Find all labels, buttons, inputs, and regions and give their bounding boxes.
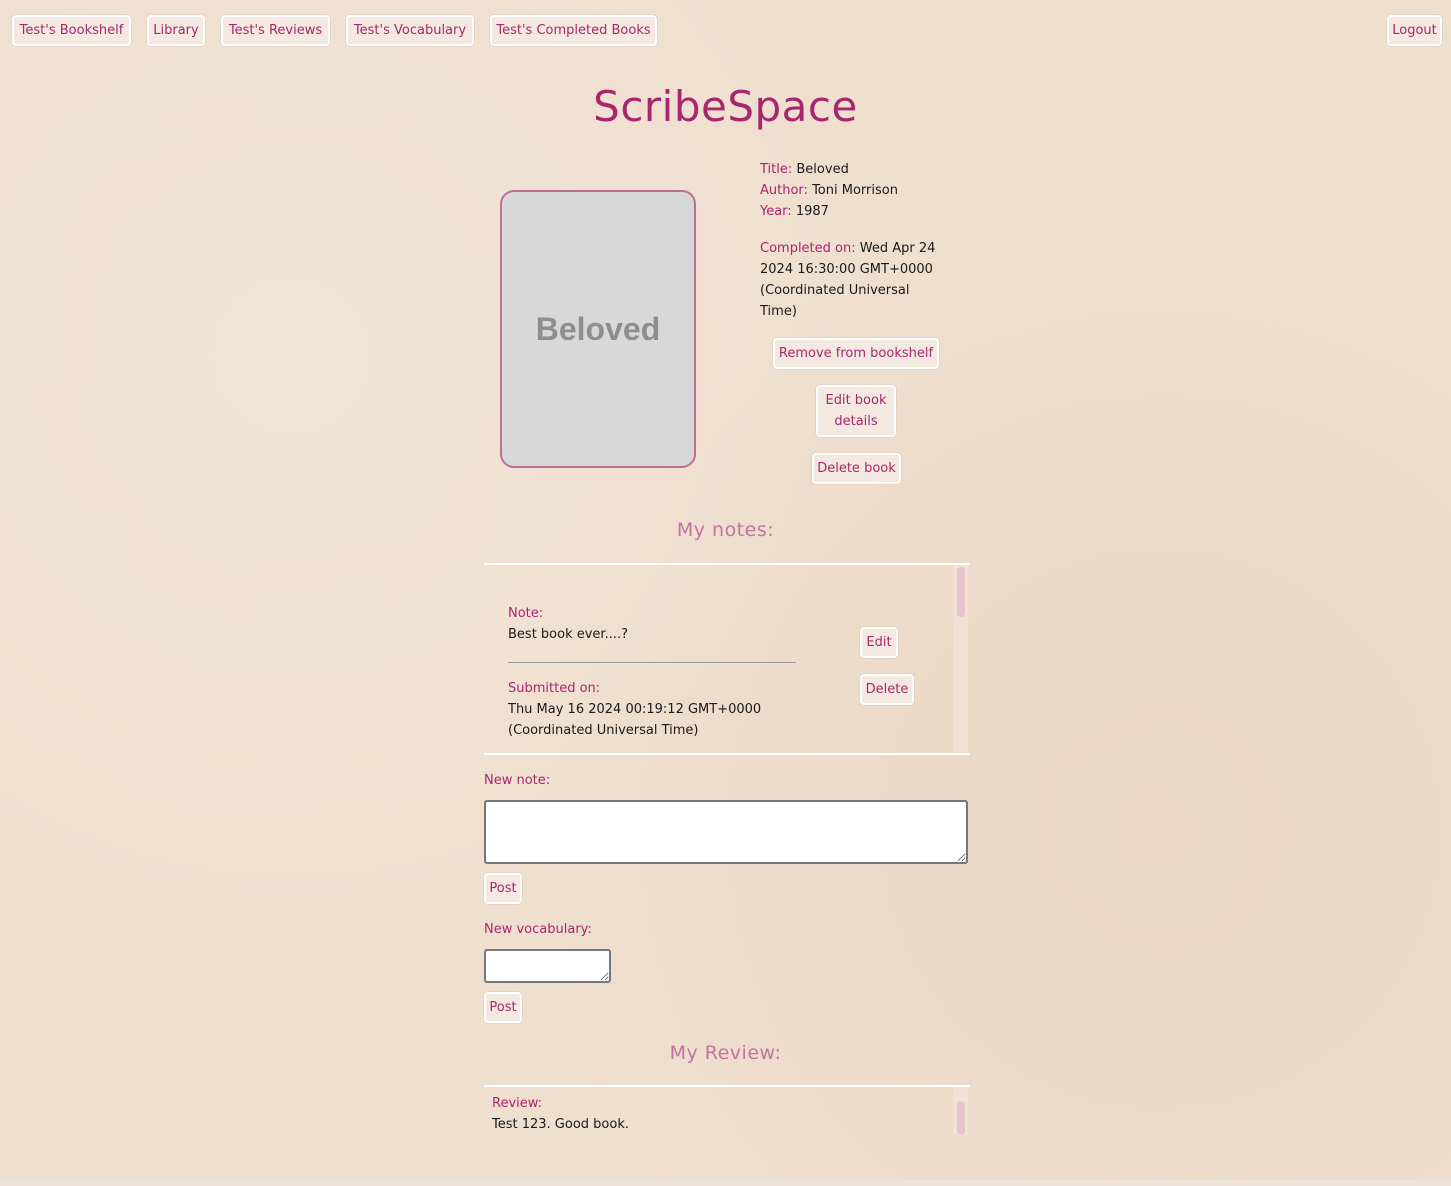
book-author-row: Author: Toni Morrison bbox=[760, 180, 898, 201]
notes-top-divider bbox=[484, 563, 970, 565]
review-text: Test 123. Good book. bbox=[492, 1117, 629, 1132]
note-delete-button[interactable]: Delete bbox=[860, 674, 914, 705]
submitted-date-2: (Coordinated Universal Time) bbox=[508, 723, 699, 738]
note-edit-button[interactable]: Edit bbox=[860, 627, 898, 658]
nav-completed-books-button[interactable]: Test's Completed Books bbox=[490, 15, 657, 46]
note-divider bbox=[508, 662, 796, 663]
note-label: Note: bbox=[508, 606, 544, 621]
submitted-date-1: Thu May 16 2024 00:19:12 GMT+0000 bbox=[508, 702, 762, 717]
new-note-label: New note: bbox=[484, 773, 551, 788]
nav-vocabulary-button[interactable]: Test's Vocabulary bbox=[346, 15, 474, 46]
nav-reviews-button[interactable]: Test's Reviews bbox=[221, 15, 330, 46]
edit-book-details-button[interactable]: Edit book details bbox=[816, 385, 896, 437]
book-year: 1987 bbox=[795, 204, 829, 219]
bottom-edge bbox=[0, 1180, 1451, 1186]
notes-scrollbar-thumb[interactable] bbox=[957, 567, 965, 617]
book-author: Toni Morrison bbox=[812, 183, 898, 198]
review-label: Review: bbox=[492, 1096, 543, 1111]
post-vocabulary-button[interactable]: Post bbox=[484, 992, 522, 1023]
completed-date-2: 2024 16:30:00 GMT+0000 bbox=[760, 262, 933, 277]
book-cover-text: Beloved bbox=[535, 310, 661, 347]
book-title: Beloved bbox=[796, 162, 849, 177]
review-top-divider bbox=[484, 1085, 970, 1087]
book-year-row: Year: 1987 bbox=[760, 201, 829, 222]
new-vocabulary-textarea[interactable] bbox=[484, 949, 611, 983]
remove-from-bookshelf-button[interactable]: Remove from bookshelf bbox=[773, 338, 939, 369]
notes-bottom-divider bbox=[484, 753, 970, 755]
edit-book-label-1: Edit book bbox=[825, 393, 887, 408]
review-heading: My Review: bbox=[669, 1042, 782, 1064]
edit-book-label-2: details bbox=[834, 414, 878, 429]
delete-book-button[interactable]: Delete book bbox=[812, 453, 901, 484]
author-label: Author: bbox=[760, 183, 808, 198]
year-label: Year: bbox=[760, 204, 792, 219]
logout-button[interactable]: Logout bbox=[1387, 15, 1442, 46]
nav-library-button[interactable]: Library bbox=[147, 15, 205, 46]
post-note-button[interactable]: Post bbox=[484, 873, 522, 904]
completed-on: Completed on: Wed Apr 24 2024 16:30:00 G… bbox=[760, 238, 960, 322]
book-title-row: Title: Beloved bbox=[760, 159, 849, 180]
title-label: Title: bbox=[760, 162, 793, 177]
book-cover: Beloved bbox=[500, 190, 696, 468]
site-title: ScribeSpace bbox=[593, 82, 858, 131]
new-note-textarea[interactable] bbox=[484, 800, 968, 864]
completed-date-1: Wed Apr 24 bbox=[859, 241, 936, 256]
review-scrollbar-thumb[interactable] bbox=[957, 1101, 965, 1135]
completed-date-3: (Coordinated Universal bbox=[760, 283, 910, 298]
submitted-label: Submitted on: bbox=[508, 681, 601, 696]
completed-label: Completed on: bbox=[760, 241, 856, 256]
completed-date-4: Time) bbox=[760, 304, 797, 319]
note-text: Best book ever....? bbox=[508, 627, 629, 642]
nav-bookshelf-button[interactable]: Test's Bookshelf bbox=[12, 15, 131, 46]
notes-heading: My notes: bbox=[676, 519, 775, 541]
new-vocabulary-label: New vocabulary: bbox=[484, 922, 592, 937]
